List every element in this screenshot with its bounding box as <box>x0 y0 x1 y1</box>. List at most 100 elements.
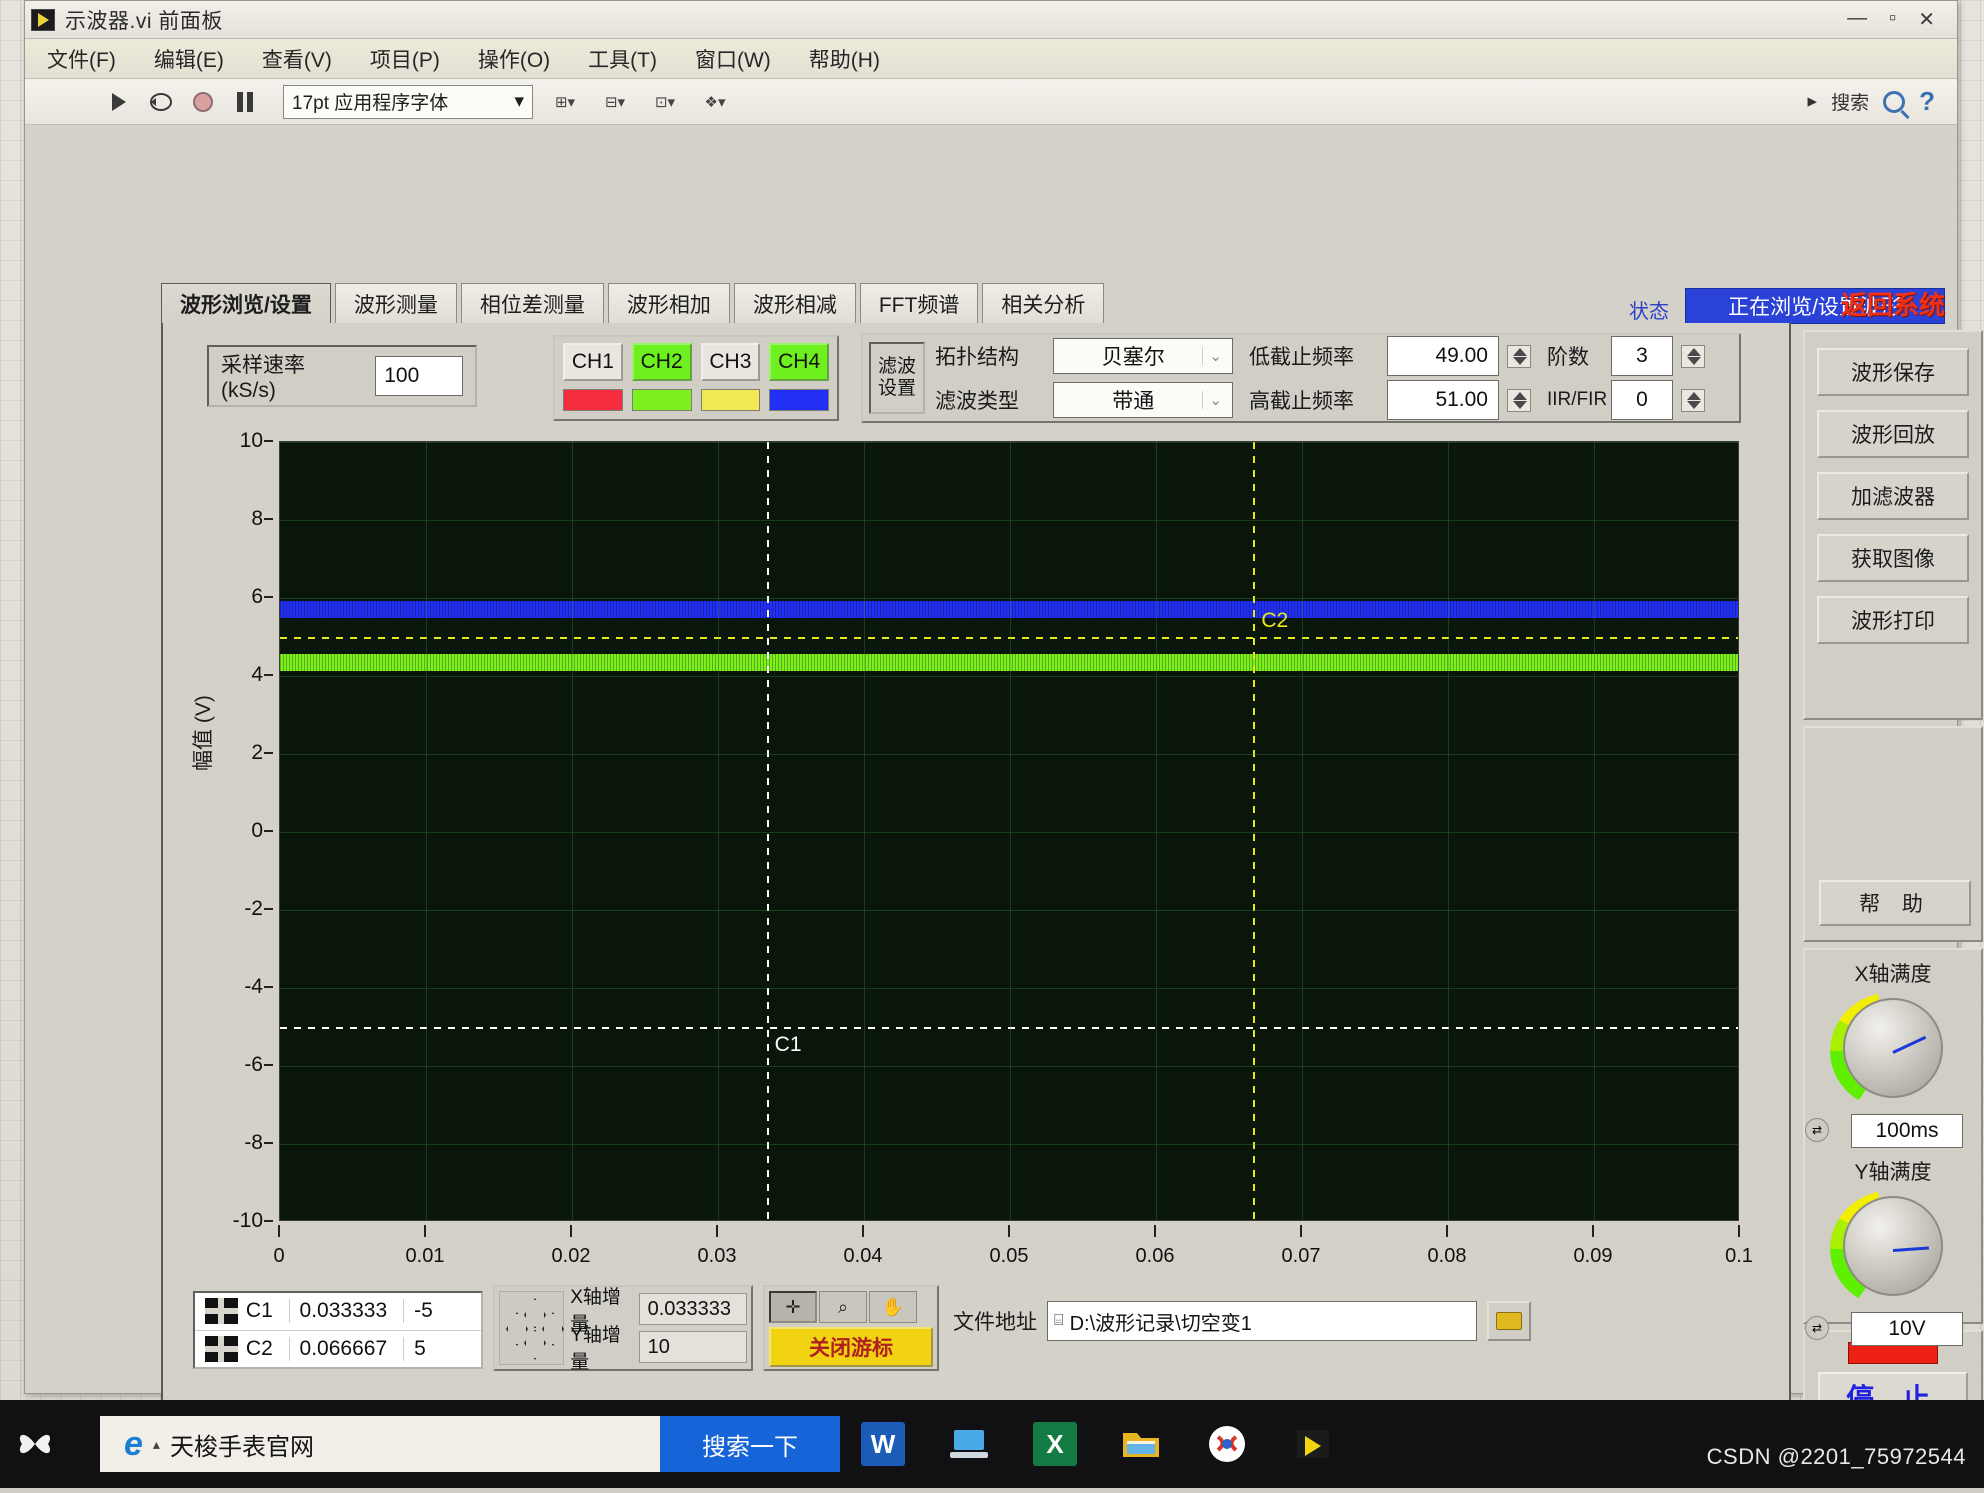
cursor-c1-horizontal[interactable] <box>280 1027 1738 1029</box>
x-scale-knob[interactable] <box>1830 992 1956 1110</box>
sample-rate-input[interactable]: 100 <box>375 356 463 396</box>
zoom-icon[interactable]: ⌕ <box>819 1291 867 1323</box>
maximize-button[interactable]: ▫ <box>1889 7 1896 32</box>
browse-folder-button[interactable] <box>1487 1301 1531 1341</box>
tab-waveform-add[interactable]: 波形相加 <box>608 283 730 323</box>
pan-hand-icon[interactable]: ✋ <box>869 1291 917 1323</box>
resize-objects-icon[interactable]: ⊡▾ <box>647 87 683 117</box>
taskbar-search-input[interactable]: e ▴ 天梭手表官网 <box>100 1416 660 1472</box>
tab-phase-difference[interactable]: 相位差测量 <box>461 283 604 323</box>
menu-view[interactable]: 查看(V) <box>258 42 336 76</box>
tab-waveform-measure[interactable]: 波形测量 <box>335 283 457 323</box>
x-scale-value[interactable]: 100ms <box>1851 1114 1963 1148</box>
sample-rate-cluster: 采样速率 (kS/s) 100 <box>207 345 477 407</box>
tab-waveform-browse[interactable]: 波形浏览/设置 <box>161 283 331 323</box>
cursor-c2-vertical[interactable] <box>1253 442 1255 1220</box>
high-cutoff-spinner[interactable] <box>1507 389 1531 412</box>
channel-button-ch2[interactable]: CH2 <box>632 343 692 381</box>
sidebar-item-print-waveform[interactable]: 波形打印 <box>1817 596 1969 644</box>
abort-execution-icon[interactable] <box>189 88 217 116</box>
distribute-objects-icon[interactable]: ⊟▾ <box>597 87 633 117</box>
font-selector[interactable]: 17pt 应用程序字体 ▾ <box>283 85 533 119</box>
cursor-c2-label: C2 <box>1261 609 1288 633</box>
cursor-x-value[interactable]: 0.066667 <box>289 1337 404 1361</box>
menu-window[interactable]: 窗口(W) <box>691 42 775 76</box>
cursor-y-value[interactable]: -5 <box>403 1299 481 1323</box>
cursor-legend-table[interactable]: C1 0.033333 -5 C2 0.066667 5 <box>193 1291 483 1369</box>
cursor-movement-pad[interactable] <box>499 1291 564 1365</box>
x-increment-input[interactable]: 0.033333 <box>639 1293 747 1325</box>
sidebar-item-replay-waveform[interactable]: 波形回放 <box>1817 410 1969 458</box>
order-input[interactable]: 3 <box>1611 336 1673 376</box>
cursor-marker-icon <box>205 1298 238 1324</box>
channel-button-ch1[interactable]: CH1 <box>563 343 623 381</box>
run-arrow-icon[interactable] <box>105 88 133 116</box>
tab-fft-spectrum[interactable]: FFT频谱 <box>860 283 978 323</box>
taskbar-app-wps[interactable] <box>1184 1400 1270 1488</box>
iirfir-input[interactable]: 0 <box>1611 380 1673 420</box>
search-icon[interactable] <box>1883 91 1905 113</box>
tab-waveform-subtract[interactable]: 波形相减 <box>734 283 856 323</box>
order-spinner[interactable] <box>1681 345 1705 368</box>
channel-button-ch4[interactable]: CH4 <box>769 343 829 381</box>
menu-tools[interactable]: 工具(T) <box>584 42 661 76</box>
channel-color-ch4[interactable] <box>769 389 829 411</box>
tab-correlation-analysis[interactable]: 相关分析 <box>982 283 1104 323</box>
search-label[interactable]: 搜索 <box>1831 88 1869 115</box>
plot-area[interactable]: C1 C2 <box>279 441 1739 1221</box>
y-tick-mark <box>264 596 273 598</box>
taskbar-app-display[interactable] <box>926 1400 1012 1488</box>
help-question-icon[interactable]: ? <box>1919 86 1935 117</box>
search-overflow-icon[interactable]: ▸ <box>1808 90 1818 113</box>
grid-line-vertical <box>1594 442 1595 1220</box>
pause-icon[interactable] <box>231 88 259 116</box>
taskbar-app-explorer[interactable] <box>1098 1400 1184 1488</box>
menu-edit[interactable]: 编辑(E) <box>150 42 228 76</box>
cursor-c2-horizontal[interactable] <box>280 637 1738 639</box>
topology-combobox[interactable]: 贝塞尔 ⌄ <box>1053 338 1233 374</box>
taskbar-app-word[interactable]: W <box>840 1400 926 1488</box>
run-continuously-icon[interactable] <box>147 88 175 116</box>
channel-button-ch3[interactable]: CH3 <box>701 343 761 381</box>
taskbar-app-labview[interactable] <box>1270 1400 1356 1488</box>
y-scale-value[interactable]: 10V <box>1851 1312 1963 1346</box>
low-cutoff-input[interactable]: 49.00 <box>1387 336 1499 376</box>
sidebar-item-capture-image[interactable]: 获取图像 <box>1817 534 1969 582</box>
taskbar-search-button[interactable]: 搜索一下 <box>660 1416 840 1472</box>
x-scale-lock-icon[interactable]: ⇄ <box>1805 1118 1829 1142</box>
reorder-objects-icon[interactable]: ❖▾ <box>697 87 733 117</box>
search-dropdown-icon[interactable]: ▴ <box>153 1436 160 1453</box>
close-button[interactable]: ✕ <box>1918 7 1935 32</box>
cursor-y-value[interactable]: 5 <box>403 1337 481 1361</box>
x-tick-label: 0.04 <box>844 1245 883 1268</box>
sidebar-title[interactable]: 返回系统 <box>1803 285 1983 322</box>
channel-color-ch2[interactable] <box>632 389 692 411</box>
high-cutoff-input[interactable]: 51.00 <box>1387 380 1499 420</box>
sidebar-item-add-filter[interactable]: 加滤波器 <box>1817 472 1969 520</box>
file-path-value: D:\波形记录\切空变1 <box>1070 1307 1252 1336</box>
low-cutoff-spinner[interactable] <box>1507 345 1531 368</box>
menu-operate[interactable]: 操作(O) <box>474 42 554 76</box>
y-increment-input[interactable]: 10 <box>639 1331 747 1363</box>
y-scale-knob[interactable] <box>1830 1190 1956 1308</box>
y-scale-lock-icon[interactable]: ⇄ <box>1805 1316 1829 1340</box>
grid-line-vertical <box>1448 442 1449 1220</box>
taskbar-app-excel[interactable]: X <box>1012 1400 1098 1488</box>
menu-file[interactable]: 文件(F) <box>43 42 120 76</box>
cursor-c1-vertical[interactable] <box>767 442 769 1220</box>
sidebar-item-save-waveform[interactable]: 波形保存 <box>1817 348 1969 396</box>
menu-project[interactable]: 项目(P) <box>366 42 444 76</box>
cursor-toggle-button[interactable]: 关闭游标 <box>769 1327 933 1367</box>
cursor-x-value[interactable]: 0.033333 <box>289 1299 404 1323</box>
cursor-crosshair-icon[interactable]: ✛ <box>769 1291 817 1323</box>
menu-help[interactable]: 帮助(H) <box>805 42 884 76</box>
channel-color-ch3[interactable] <box>701 389 761 411</box>
filter-type-combobox[interactable]: 带通 ⌄ <box>1053 382 1233 418</box>
help-button[interactable]: 帮 助 <box>1819 880 1971 926</box>
align-objects-icon[interactable]: ⊞▾ <box>547 87 583 117</box>
iirfir-spinner[interactable] <box>1681 389 1705 412</box>
start-button[interactable] <box>0 1421 70 1467</box>
minimize-button[interactable]: — <box>1847 7 1867 32</box>
file-path-input[interactable]: ⌸ D:\波形记录\切空变1 <box>1047 1301 1477 1341</box>
channel-color-ch1[interactable] <box>563 389 623 411</box>
